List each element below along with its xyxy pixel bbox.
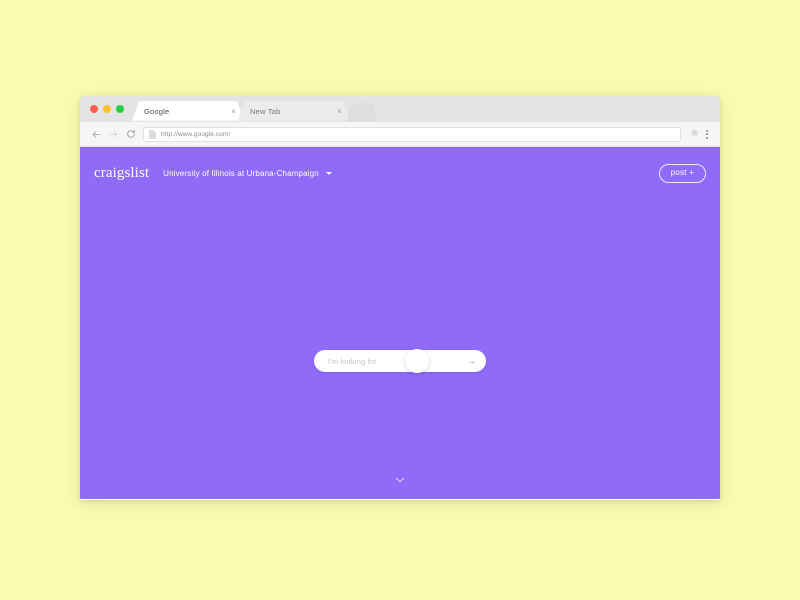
- search-slider-knob[interactable]: [405, 349, 429, 373]
- page-document-icon: [149, 129, 156, 139]
- menu-dot: [706, 129, 708, 132]
- menu-dot: [706, 133, 708, 135]
- tab-title: New Tab: [250, 107, 281, 116]
- search-bar: I'm looking for →: [314, 349, 486, 373]
- maximize-window-button[interactable]: [116, 105, 124, 113]
- browser-toolbar: http://www.google.com/: [80, 122, 720, 147]
- post-button[interactable]: post +: [658, 163, 706, 183]
- location-picker[interactable]: University of Illinois at Urbana-Champai…: [163, 169, 332, 178]
- browser-tab-google[interactable]: Google ×: [132, 101, 244, 122]
- address-bar-url: http://www.google.com/: [161, 130, 231, 138]
- craigslist-page: craigslist University of Illinois at Urb…: [80, 147, 720, 499]
- browser-window: Google × New Tab × http://www.google.com…: [80, 96, 720, 500]
- close-tab-icon[interactable]: ×: [231, 107, 236, 116]
- browser-menu-icon[interactable]: [702, 129, 712, 139]
- bookmark-star-icon[interactable]: [687, 128, 702, 140]
- new-tab-icon: [346, 103, 376, 122]
- browser-tab-new-tab[interactable]: New Tab ×: [238, 101, 350, 122]
- close-tab-icon[interactable]: ×: [337, 107, 342, 116]
- menu-dot: [706, 136, 708, 139]
- search-input[interactable]: I'm looking for: [328, 357, 467, 366]
- search-submit-arrow-icon[interactable]: →: [467, 356, 476, 366]
- window-controls: [84, 96, 132, 122]
- location-label: University of Illinois at Urbana-Champai…: [163, 168, 319, 178]
- browser-tab-strip: Google × New Tab ×: [80, 96, 720, 122]
- address-bar[interactable]: http://www.google.com/: [143, 126, 681, 142]
- craigslist-logo[interactable]: craigslist: [94, 165, 149, 181]
- tab-title: Google: [144, 107, 170, 116]
- chevron-down-icon: [325, 171, 332, 175]
- forward-icon[interactable]: [105, 126, 122, 143]
- scroll-down-chevron-icon[interactable]: [395, 477, 405, 485]
- site-header: craigslist University of Illinois at Urb…: [80, 156, 720, 190]
- search-input-container[interactable]: I'm looking for →: [314, 350, 486, 372]
- reload-icon[interactable]: [122, 126, 139, 143]
- minimize-window-button[interactable]: [103, 105, 111, 113]
- close-window-button[interactable]: [90, 105, 98, 113]
- new-tab-button[interactable]: [346, 103, 376, 122]
- back-icon[interactable]: [88, 126, 105, 143]
